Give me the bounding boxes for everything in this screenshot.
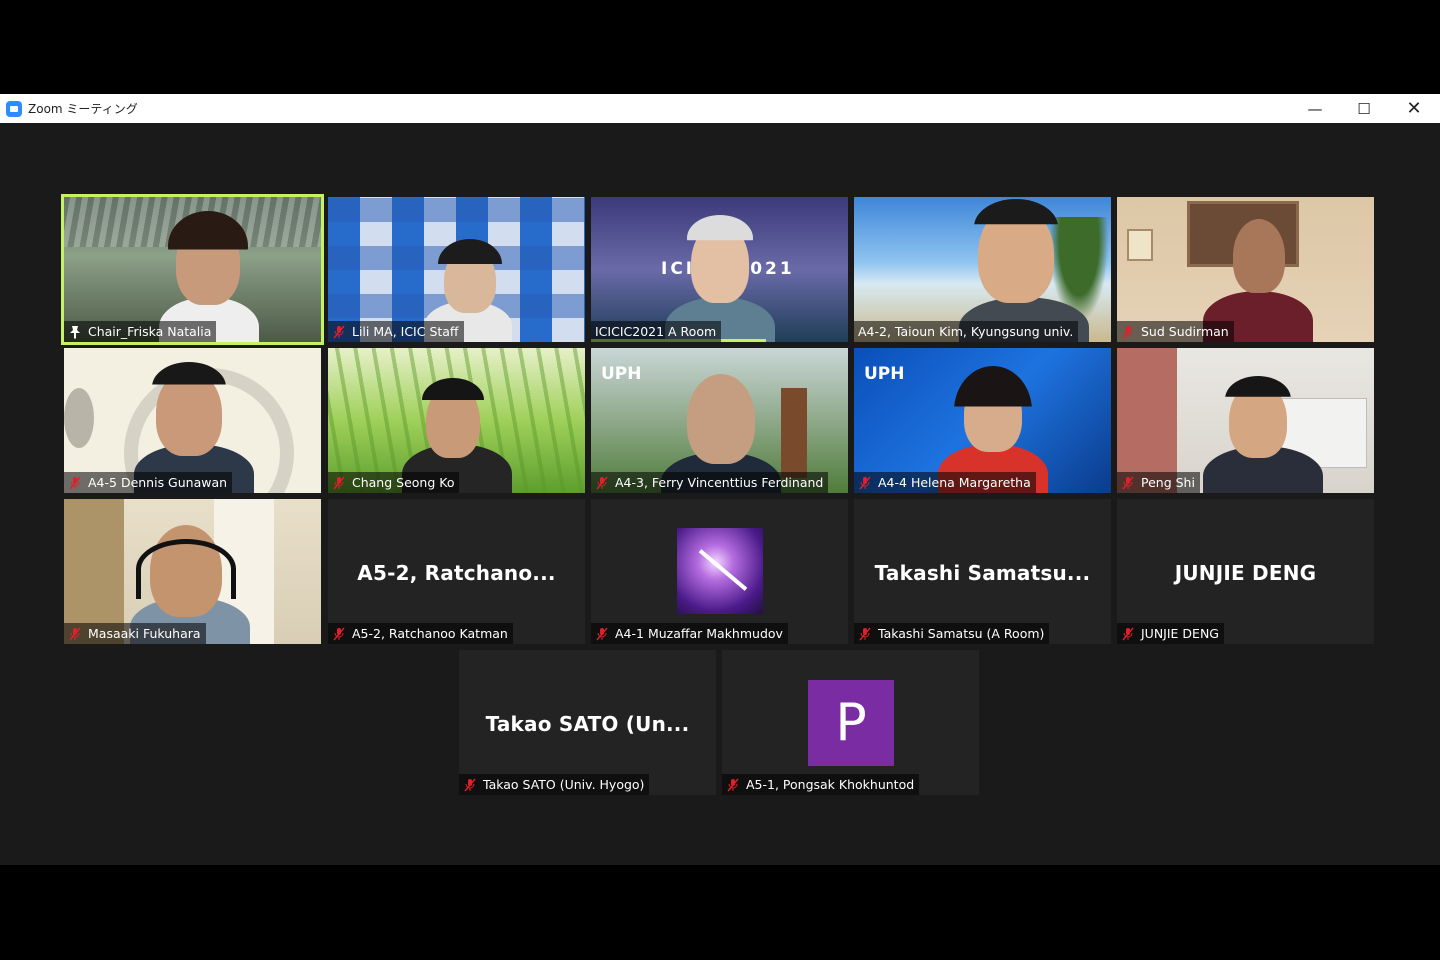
participant-nametag: Takashi Samatsu (A Room) [854,623,1050,644]
zoom-app-icon [6,100,22,117]
uph-logo: UPH [601,364,642,384]
participant-name: Lili MA, ICIC Staff [352,324,459,339]
video-tile[interactable]: Chang Seong Ko [328,348,585,493]
video-tile[interactable]: Lili MA, ICIC Staff [328,197,585,342]
participant-nametag: A4-4 Helena Margaretha [854,472,1036,493]
participant-name: Takao SATO (Univ. Hyogo) [483,777,645,792]
participant-nametag: Takao SATO (Univ. Hyogo) [459,774,650,795]
muted-mic-icon [858,627,872,641]
participant-name: A4-5 Dennis Gunawan [88,475,228,490]
muted-mic-icon [332,476,346,490]
close-button[interactable]: ✕ [1389,94,1439,123]
participant-nametag: Chair_Friska Natalia [64,321,217,342]
participant-nametag: A4-1 Muzaffar Makhmudov [591,623,788,644]
video-tile[interactable]: JUNJIE DENG JUNJIE DENG [1117,499,1374,644]
participant-name: ICICIC2021 A Room [595,324,717,339]
participant-display-name: JUNJIE DENG [1174,561,1317,585]
video-tile[interactable]: Masaaki Fukuhara [64,499,321,644]
participant-name: A4-1 Muzaffar Makhmudov [615,626,783,641]
video-tile[interactable]: P A5-1, Pongsak Khokhuntod [722,650,979,795]
participant-name: JUNJIE DENG [1141,626,1219,641]
zoom-window: Zoom ミーティング — ☐ ✕ Chair_Friska Natalia L… [0,94,1440,865]
participant-nametag: A5-2, Ratchanoo Katman [328,623,513,644]
participant-nametag: A5-1, Pongsak Khokhuntod [722,774,920,795]
participant-name: Peng Shi [1141,475,1195,490]
participant-name: A5-1, Pongsak Khokhuntod [746,777,915,792]
participant-name: Sud Sudirman [1141,324,1229,339]
participant-nametag: Lili MA, ICIC Staff [328,321,464,342]
participant-nametag: Sud Sudirman [1117,321,1234,342]
participant-display-name: Takao SATO (Un... [485,712,690,736]
muted-mic-icon [726,778,740,792]
video-tile[interactable]: UPH A4-4 Helena Margaretha [854,348,1111,493]
minimize-button[interactable]: — [1290,94,1340,123]
muted-mic-icon [595,627,609,641]
participant-name: Chair_Friska Natalia [88,324,212,339]
maximize-button[interactable]: ☐ [1339,94,1389,123]
participant-name: Chang Seong Ko [352,475,455,490]
video-tile[interactable]: Sud Sudirman [1117,197,1374,342]
video-tile[interactable]: A4-2, Taioun Kim, Kyungsung univ. [854,197,1111,342]
pin-icon [68,325,82,339]
participant-display-name: A5-2, Ratchano... [357,561,556,585]
muted-mic-icon [332,325,346,339]
avatar: P [808,680,894,766]
profile-picture [677,528,763,614]
window-title: Zoom ミーティング [28,102,138,116]
video-tile[interactable]: Takao SATO (Un... Takao SATO (Univ. Hyog… [459,650,716,795]
video-tile[interactable]: Peng Shi [1117,348,1374,493]
participant-nametag: A4-3, Ferry Vincenttius Ferdinand [591,472,829,493]
video-tile[interactable]: A4-5 Dennis Gunawan [64,348,321,493]
muted-mic-icon [595,476,609,490]
participant-nametag: ICICIC2021 A Room [591,321,722,342]
participant-nametag: A4-2, Taioun Kim, Kyungsung univ. [854,321,1079,342]
video-tile[interactable]: A5-2, Ratchano... A5-2, Ratchanoo Katman [328,499,585,644]
participant-name: A5-2, Ratchanoo Katman [352,626,508,641]
muted-mic-icon [1121,476,1135,490]
title-bar: Zoom ミーティング — ☐ ✕ [0,94,1440,123]
participant-display-name: Takashi Samatsu... [874,561,1091,585]
participant-name: A4-4 Helena Margaretha [878,475,1031,490]
muted-mic-icon [463,778,477,792]
participant-name: A4-2, Taioun Kim, Kyungsung univ. [858,324,1074,339]
video-tile[interactable]: A4-1 Muzaffar Makhmudov [591,499,848,644]
participant-name: Takashi Samatsu (A Room) [878,626,1045,641]
video-tile[interactable]: UPH A4-3, Ferry Vincenttius Ferdinand [591,348,848,493]
participant-nametag: JUNJIE DENG [1117,623,1224,644]
video-tile[interactable]: ICICIC2021 ICICIC2021 A Room [591,197,848,342]
muted-mic-icon [332,627,346,641]
participant-nametag: Peng Shi [1117,472,1200,493]
participant-name: Masaaki Fukuhara [88,626,201,641]
participant-nametag: Chang Seong Ko [328,472,460,493]
muted-mic-icon [1121,325,1135,339]
uph-logo: UPH [864,364,905,384]
video-tile[interactable]: Takashi Samatsu... Takashi Samatsu (A Ro… [854,499,1111,644]
video-tile[interactable]: Chair_Friska Natalia [61,194,324,345]
participant-nametag: Masaaki Fukuhara [64,623,206,644]
muted-mic-icon [68,476,82,490]
gallery-view: Chair_Friska Natalia Lili MA, ICIC Staff… [0,123,1440,865]
participant-name: A4-3, Ferry Vincenttius Ferdinand [615,475,824,490]
participant-nametag: A4-5 Dennis Gunawan [64,472,233,493]
muted-mic-icon [858,476,872,490]
muted-mic-icon [68,627,82,641]
muted-mic-icon [1121,627,1135,641]
